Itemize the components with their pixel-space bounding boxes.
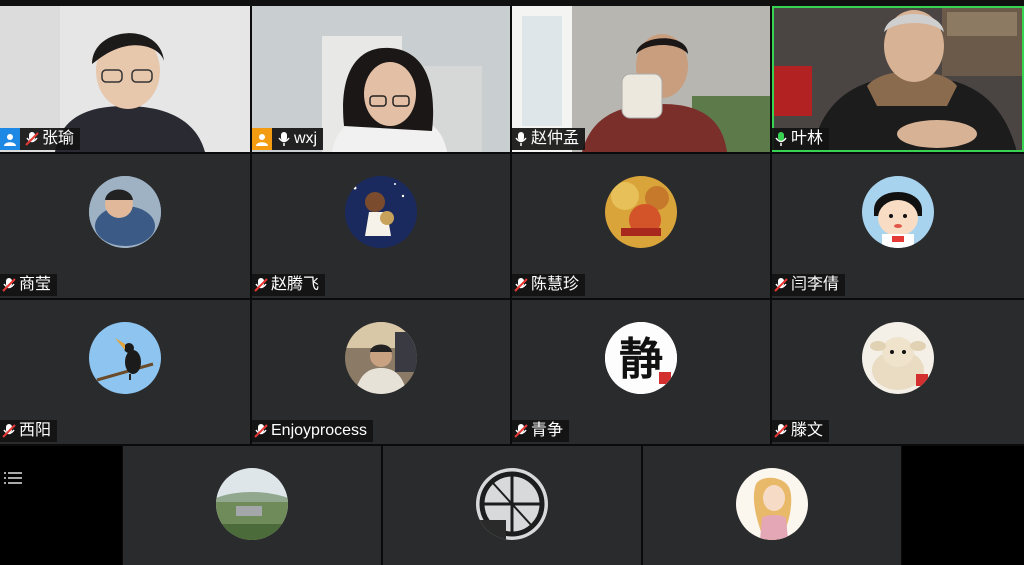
participant-nametag: 商莹 <box>0 274 58 296</box>
list-menu-icon[interactable] <box>4 470 24 486</box>
host-user-icon <box>0 128 20 150</box>
participant-name: 陈慧珍 <box>531 276 580 293</box>
avatar: 静 <box>605 322 677 394</box>
participant-name: 滕文 <box>791 422 824 439</box>
mic-muted-icon <box>774 424 788 438</box>
participant-nametag: 赵仲孟 <box>512 128 586 150</box>
participant-tile-14[interactable] <box>383 446 641 565</box>
participant-tile-11[interactable]: 静 青争 <box>512 300 770 444</box>
participant-tile-8[interactable]: 闫李倩 <box>772 154 1024 298</box>
participant-tile-12[interactable]: 滕文 <box>772 300 1024 444</box>
participant-name: 张瑜 <box>42 130 75 147</box>
user-icon <box>252 128 272 150</box>
empty-area-right <box>902 446 1024 565</box>
participant-nametag: 闫李倩 <box>772 274 846 296</box>
participant-name: 西阳 <box>19 422 52 439</box>
video-tile-1[interactable]: 张瑜 <box>0 6 250 152</box>
avatar <box>736 468 808 540</box>
avatar <box>862 176 934 248</box>
participant-tile-9[interactable]: 西阳 <box>0 300 250 444</box>
avatar <box>89 176 161 248</box>
participant-tile-5[interactable]: 商莹 <box>0 154 250 298</box>
avatar <box>345 322 417 394</box>
participant-name: 商莹 <box>19 276 52 293</box>
participant-nametag: 陈慧珍 <box>512 274 586 296</box>
mic-muted-icon <box>2 278 16 292</box>
participant-tile-10[interactable]: Enjoyprocess <box>252 300 510 444</box>
mic-muted-icon <box>2 424 16 438</box>
participant-nametag: wxj <box>252 128 324 150</box>
participant-nametag: 张瑜 <box>0 128 81 150</box>
avatar <box>476 468 548 540</box>
avatar <box>345 176 417 248</box>
mic-muted-icon <box>774 278 788 292</box>
calligraphy-glyph: 静 <box>619 334 663 385</box>
participant-nametag: 青争 <box>512 420 570 442</box>
participant-name: wxj <box>294 130 318 147</box>
participant-nametag: Enjoyprocess <box>252 420 374 442</box>
participant-tile-6[interactable]: 赵腾飞 <box>252 154 510 298</box>
avatar <box>605 176 677 248</box>
mic-muted-icon <box>254 424 268 438</box>
participant-name: 叶林 <box>791 130 824 147</box>
participant-name: Enjoyprocess <box>271 422 368 439</box>
participant-nametag: 西阳 <box>0 420 58 442</box>
video-tile-3[interactable]: 赵仲孟 <box>512 6 770 152</box>
participant-name: 闫李倩 <box>791 276 840 293</box>
participant-name: 赵腾飞 <box>271 276 320 293</box>
participant-nametag: 滕文 <box>772 420 830 442</box>
mic-muted-icon <box>254 278 268 292</box>
mic-muted-icon <box>25 132 39 146</box>
participant-tile-7[interactable]: 陈慧珍 <box>512 154 770 298</box>
video-tile-2[interactable]: wxj <box>252 6 510 152</box>
avatar <box>862 322 934 394</box>
participant-tile-13[interactable] <box>123 446 381 565</box>
mic-muted-icon <box>514 278 528 292</box>
avatar <box>216 468 288 540</box>
video-tile-4-active-speaker[interactable]: 叶林 <box>772 6 1024 152</box>
mic-icon <box>278 132 290 146</box>
participant-name: 青争 <box>531 422 564 439</box>
mic-muted-icon <box>514 424 528 438</box>
mic-speaking-icon <box>775 132 787 146</box>
participant-nametag: 叶林 <box>772 128 830 150</box>
participant-name: 赵仲孟 <box>531 130 580 147</box>
mic-icon <box>515 132 527 146</box>
participant-nametag: 赵腾飞 <box>252 274 326 296</box>
avatar <box>89 322 161 394</box>
participant-tile-15[interactable] <box>643 446 901 565</box>
empty-area-left <box>0 446 122 565</box>
